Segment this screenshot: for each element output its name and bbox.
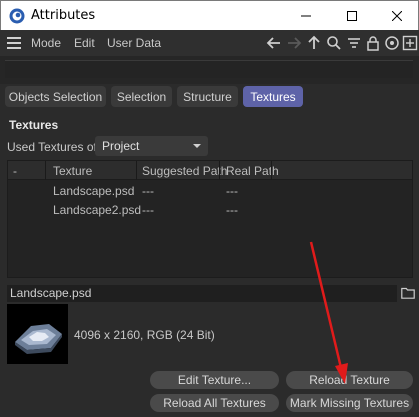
table-header: - Texture Suggested Path Real Path xyxy=(8,161,412,180)
cell-texture: Landscape.psd xyxy=(53,184,135,198)
section-title: Textures xyxy=(9,118,59,132)
tab-textures[interactable]: Textures xyxy=(243,86,303,107)
dropdown-value: Project xyxy=(102,139,140,153)
up-arrow-icon[interactable] xyxy=(306,35,322,51)
texture-preview-image xyxy=(7,304,68,364)
minimize-button[interactable] xyxy=(283,1,329,31)
cell-real-path: --- xyxy=(226,203,238,217)
maximize-icon xyxy=(347,11,357,21)
header-spacer xyxy=(0,56,419,84)
table-row[interactable]: Landscape.psd --- --- xyxy=(8,182,412,200)
menubar: Mode Edit User Data xyxy=(0,30,419,56)
filter-icon[interactable] xyxy=(346,35,362,51)
tab-selection[interactable]: Selection xyxy=(111,86,172,107)
add-icon[interactable] xyxy=(402,35,418,51)
cinema4d-app-icon xyxy=(9,8,25,24)
search-icon[interactable] xyxy=(326,35,342,51)
close-button[interactable] xyxy=(374,1,419,31)
column-header-texture[interactable]: Texture xyxy=(53,164,92,178)
tab-row: Objects Selection Selection Structure Te… xyxy=(0,84,419,110)
chevron-down-icon xyxy=(193,144,201,148)
minimize-icon xyxy=(301,15,311,17)
tab-objects-selection[interactable]: Objects Selection xyxy=(5,86,106,107)
maximize-button[interactable] xyxy=(329,1,375,31)
cell-texture: Landscape2.psd xyxy=(53,203,142,217)
target-icon[interactable] xyxy=(384,35,400,51)
window-title: Attributes xyxy=(31,8,96,23)
table-row[interactable]: Landscape2.psd --- --- xyxy=(8,201,412,219)
used-textures-label: Used Textures of xyxy=(7,140,97,154)
used-textures-dropdown[interactable]: Project xyxy=(95,136,208,156)
mark-missing-textures-button[interactable]: Mark Missing Textures xyxy=(286,394,413,412)
reload-all-textures-button[interactable]: Reload All Textures xyxy=(150,394,279,412)
image-info-text: 4096 x 2160, RGB (24 Bit) xyxy=(74,328,215,342)
textures-table: - Texture Suggested Path Real Path Lands… xyxy=(7,160,413,278)
cell-real-path: --- xyxy=(226,184,238,198)
back-arrow-icon[interactable] xyxy=(266,35,282,51)
cell-suggested-path: --- xyxy=(142,184,154,198)
column-header-minus[interactable]: - xyxy=(13,164,17,178)
hamburger-menu-icon[interactable] xyxy=(7,37,21,49)
close-icon xyxy=(392,11,402,21)
selected-file-name: Landscape.psd xyxy=(10,286,92,300)
menu-mode[interactable]: Mode xyxy=(31,36,61,50)
cell-suggested-path: --- xyxy=(142,203,154,217)
reload-texture-button[interactable]: Reload Texture xyxy=(286,371,413,389)
tab-structure[interactable]: Structure xyxy=(177,86,238,107)
menu-edit[interactable]: Edit xyxy=(74,36,95,50)
menu-user-data[interactable]: User Data xyxy=(107,36,161,50)
folder-icon[interactable] xyxy=(401,287,415,299)
lock-icon[interactable] xyxy=(365,35,381,51)
edit-texture-button[interactable]: Edit Texture... xyxy=(150,371,279,389)
column-header-suggested-path[interactable]: Suggested Path xyxy=(142,164,227,178)
selected-file-field[interactable]: Landscape.psd xyxy=(7,285,397,302)
window-titlebar: Attributes xyxy=(0,0,419,30)
forward-arrow-icon[interactable] xyxy=(286,35,302,51)
